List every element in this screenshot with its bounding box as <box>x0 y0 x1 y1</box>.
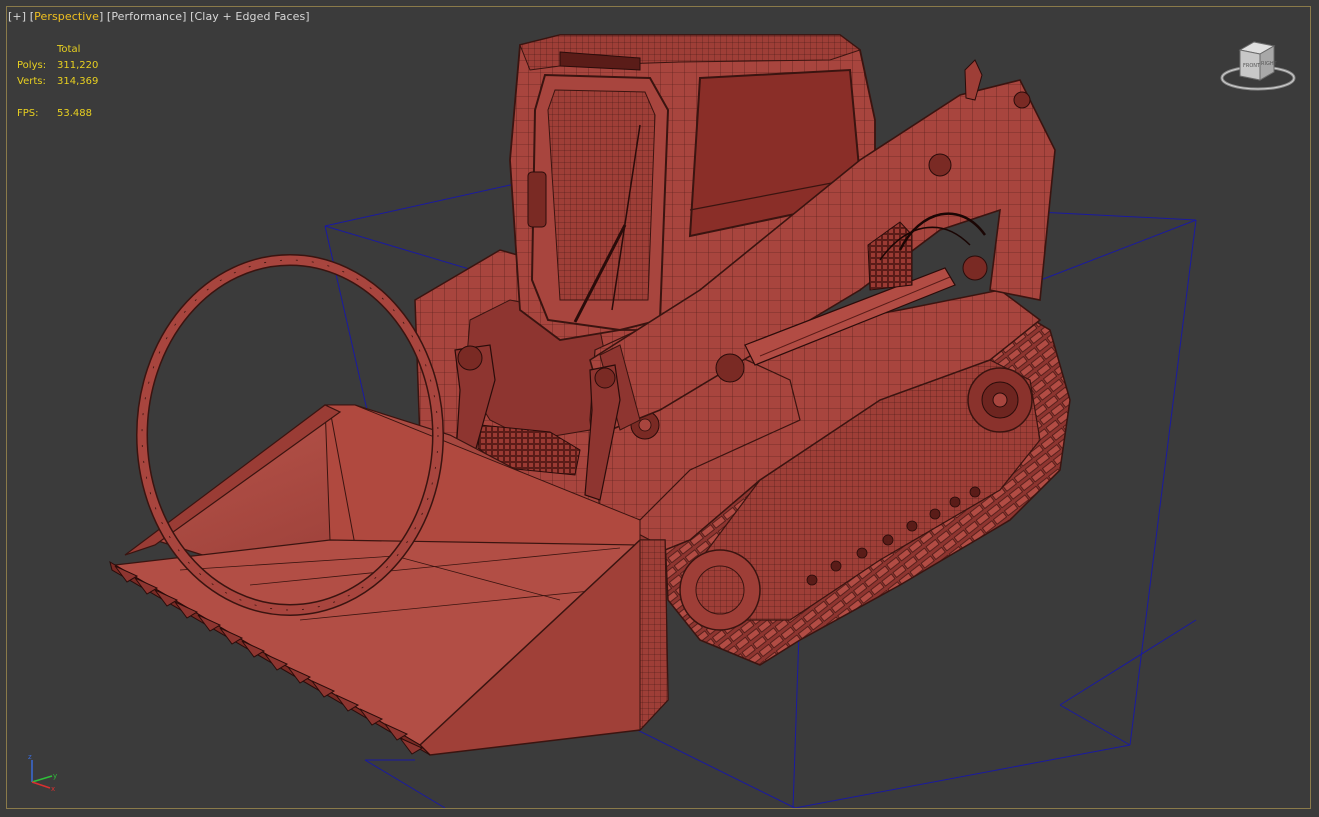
stats-verts-value: 314,369 <box>57 76 99 87</box>
axis-z-label: z <box>28 753 32 761</box>
viewport-shading-menu[interactable]: Clay + Edged Faces <box>195 10 306 23</box>
axis-x-line <box>31 781 51 789</box>
axis-tripod: z y x <box>28 753 57 792</box>
stats-fps-label: FPS: <box>17 108 39 119</box>
stats-polys-label: Polys: <box>17 60 47 71</box>
viewcube-front-label: FRONT <box>1243 63 1261 69</box>
axis-x-label: x <box>51 785 55 792</box>
viewcube[interactable]: FRONT RIGHT <box>1218 36 1298 98</box>
viewport-perspective[interactable]: [+] [Perspective] [Performance] [Clay + … <box>0 0 1319 817</box>
viewcube-right-label: RIGHT <box>1261 61 1278 67</box>
stats-header: Total <box>57 44 81 55</box>
viewport-plus-menu[interactable]: + <box>12 10 21 23</box>
scene-canvas[interactable] <box>0 0 1319 817</box>
viewport-label-menu: [+] [Perspective] [Performance] [Clay + … <box>8 10 310 23</box>
axis-y-line <box>31 775 53 783</box>
viewport-mode-menu[interactable]: Performance <box>111 10 182 23</box>
stats-polys-value: 311,220 <box>57 60 99 71</box>
axis-y-label: y <box>53 772 57 780</box>
viewport-view-menu[interactable]: Perspective <box>34 10 99 23</box>
stats-fps-value: 53.488 <box>57 108 92 119</box>
stats-verts-label: Verts: <box>17 76 46 87</box>
